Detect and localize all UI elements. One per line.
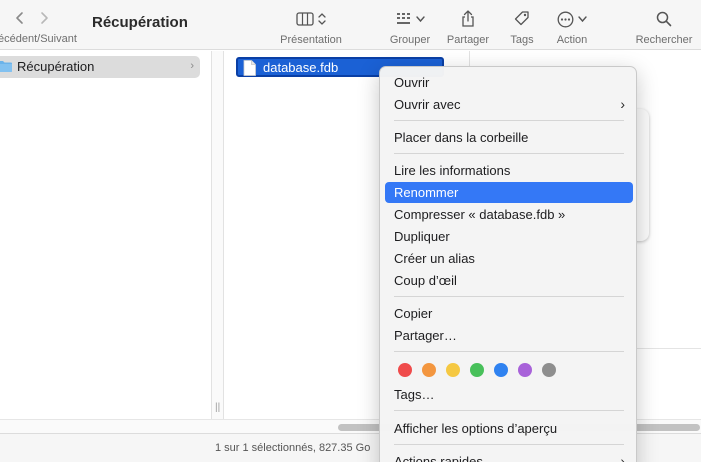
menu-separator (394, 410, 624, 411)
search-icon (656, 11, 672, 27)
toolbar: Précédent/Suivant Récupération Présentat… (0, 0, 701, 50)
menu-item-copy[interactable]: Copier (385, 303, 633, 324)
menu-item-label: Tags… (394, 387, 435, 402)
action-button[interactable]: Action (550, 8, 594, 46)
tag-color-dot[interactable] (542, 363, 556, 377)
share-button[interactable]: Partager (444, 8, 492, 46)
menu-item-label: Dupliquer (394, 229, 450, 244)
menu-item-label: Ouvrir (394, 75, 430, 90)
menu-item-label: Coup d’œil (394, 273, 457, 288)
chevron-down-icon (578, 16, 587, 23)
menu-item-label: Créer un alias (394, 251, 475, 266)
share-label: Partager (446, 34, 490, 46)
menu-item-quick-look[interactable]: Coup d’œil (385, 270, 633, 291)
search-label: Rechercher (635, 34, 693, 46)
ellipsis-circle-icon (557, 11, 574, 27)
columns-view-icon (296, 12, 314, 26)
menu-separator (394, 444, 624, 445)
group-grid-icon (396, 13, 410, 24)
context-menu: Ouvrir Ouvrir avec › Placer dans la corbe… (379, 66, 637, 462)
tag-color-row (398, 363, 598, 377)
menu-item-share[interactable]: Partager… (385, 325, 633, 346)
nav-label: Précédent/Suivant (0, 33, 77, 45)
menu-item-open[interactable]: Ouvrir (385, 72, 633, 93)
menu-item-label: Actions rapides (394, 454, 483, 462)
column-resizer[interactable]: || (212, 51, 224, 419)
menu-separator (394, 296, 624, 297)
folder-row-label: Récupération (17, 59, 95, 74)
window-title: Récupération (92, 14, 188, 31)
menu-item-label: Placer dans la corbeille (394, 130, 529, 145)
chevron-updown-icon (318, 13, 326, 25)
menu-item-label: Partager… (394, 328, 457, 343)
chevron-left-icon (16, 12, 23, 24)
resize-grip-icon: || (215, 402, 221, 413)
tags-label: Tags (510, 34, 534, 46)
tag-color-dot[interactable] (446, 363, 460, 377)
menu-item-duplicate[interactable]: Dupliquer (385, 226, 633, 247)
menu-item-open-with[interactable]: Ouvrir avec › (385, 94, 633, 115)
menu-item-label: Compresser « database.fdb » (394, 207, 566, 222)
menu-item-rename[interactable]: Renommer (385, 182, 633, 203)
submenu-chevron-icon: › (620, 453, 625, 462)
menu-separator (394, 120, 624, 121)
group-label: Grouper (389, 34, 431, 46)
file-name: database.fdb (263, 60, 339, 75)
menu-item-label: Lire les informations (394, 163, 511, 178)
back-button[interactable] (12, 10, 28, 26)
chevron-right-icon: › (190, 60, 194, 72)
chevron-down-icon (415, 16, 425, 23)
folder-row-recuperation[interactable]: Récupération › (0, 56, 200, 78)
view-button[interactable]: Présentation (270, 8, 352, 46)
menu-item-quick-actions[interactable]: Actions rapides › (385, 451, 633, 462)
tag-color-dot[interactable] (518, 363, 532, 377)
menu-item-label: Ouvrir avec (394, 97, 461, 112)
forward-button[interactable] (36, 10, 52, 26)
document-icon (243, 60, 256, 76)
view-label: Présentation (280, 34, 342, 46)
tag-color-dot[interactable] (470, 363, 484, 377)
menu-item-label: Afficher les options d’aperçu (394, 421, 558, 436)
chevron-right-icon (41, 12, 48, 24)
menu-separator (394, 153, 624, 154)
menu-item-make-alias[interactable]: Créer un alias (385, 248, 633, 269)
tag-icon (514, 11, 529, 26)
menu-separator (394, 351, 624, 352)
menu-item-label: Renommer (394, 185, 459, 200)
tags-button[interactable]: Tags (505, 8, 539, 46)
menu-item-move-to-trash[interactable]: Placer dans la corbeille (385, 127, 633, 148)
folder-icon (0, 61, 12, 72)
menu-item-tags[interactable]: Tags… (385, 384, 633, 405)
share-icon (462, 10, 474, 27)
tag-color-dot[interactable] (422, 363, 436, 377)
search-button[interactable]: Rechercher (632, 8, 696, 46)
action-label: Action (556, 34, 588, 46)
tag-color-dot[interactable] (398, 363, 412, 377)
menu-item-compress[interactable]: Compresser « database.fdb » (385, 204, 633, 225)
submenu-chevron-icon: › (620, 96, 625, 112)
browser-column-1: Récupération › (0, 51, 212, 419)
menu-item-show-preview-options[interactable]: Afficher les options d’aperçu (385, 418, 633, 439)
menu-item-get-info[interactable]: Lire les informations (385, 160, 633, 181)
tag-color-dot[interactable] (494, 363, 508, 377)
status-text: 1 sur 1 sélectionnés, 827.35 Go (215, 442, 371, 454)
group-button[interactable]: Grouper (384, 8, 436, 46)
menu-item-label: Copier (394, 306, 433, 321)
